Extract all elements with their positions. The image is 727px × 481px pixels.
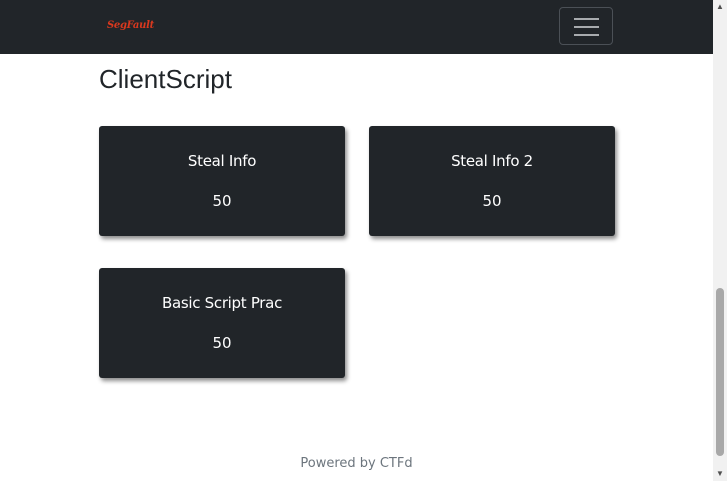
scrollbar-thumb[interactable] — [716, 288, 724, 456]
vertical-scrollbar[interactable]: ▲ ▼ — [713, 0, 727, 481]
challenge-value: 50 — [212, 192, 232, 210]
challenge-card[interactable]: Steal Info 50 — [99, 126, 345, 236]
category-title: ClientScript — [99, 64, 232, 94]
navbar-toggler-button[interactable] — [559, 7, 613, 45]
brand-logo[interactable]: SegFault — [107, 20, 154, 31]
challenge-name: Steal Info 2 — [451, 152, 533, 170]
powered-by-link[interactable]: Powered by CTFd — [300, 456, 412, 471]
scroll-up-arrow-icon[interactable]: ▲ — [713, 0, 727, 14]
challenge-value: 50 — [482, 192, 502, 210]
footer: Powered by CTFd — [0, 456, 713, 471]
challenge-name: Basic Script Prac — [161, 294, 283, 312]
challenge-card[interactable]: Steal Info 2 50 — [369, 126, 615, 236]
scroll-down-arrow-icon[interactable]: ▼ — [713, 467, 727, 481]
challenge-name: Steal Info — [187, 152, 257, 170]
challenge-card[interactable]: Basic Script Prac 50 — [99, 268, 345, 378]
challenge-value: 50 — [212, 334, 232, 352]
navbar: SegFault — [0, 0, 713, 54]
